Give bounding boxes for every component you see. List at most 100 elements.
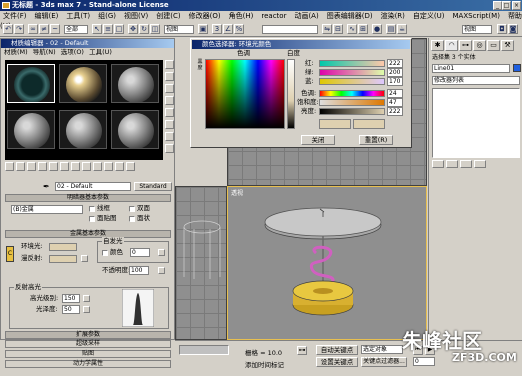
- self-illum-map-button[interactable]: [158, 249, 165, 256]
- blue-field[interactable]: 170: [387, 77, 403, 86]
- wire-checkbox[interactable]: [89, 206, 95, 212]
- self-illum-value-field[interactable]: 0: [130, 248, 150, 257]
- snap-icon[interactable]: 3: [212, 24, 222, 34]
- render-type-dropdown[interactable]: 视图: [462, 25, 492, 34]
- ambient-color-swatch[interactable]: [49, 243, 77, 251]
- rollout-extended[interactable]: 扩展参数: [5, 331, 171, 339]
- rotate-icon[interactable]: ↻: [139, 24, 149, 34]
- redo-icon[interactable]: ↷: [14, 24, 24, 34]
- red-field[interactable]: 222: [387, 59, 403, 68]
- create-tab-icon[interactable]: ✱: [431, 40, 444, 51]
- menu-modifiers[interactable]: 修改器(O): [189, 12, 221, 20]
- make-unique-icon[interactable]: [460, 160, 472, 168]
- viewport-bottom-left[interactable]: [175, 186, 227, 340]
- go-forward-sibling-icon[interactable]: [126, 162, 135, 171]
- close-color-button[interactable]: 关闭: [301, 135, 335, 145]
- render-last-icon[interactable]: ◘: [497, 24, 507, 34]
- modifier-stack[interactable]: [432, 88, 520, 158]
- object-name-field[interactable]: Line01: [432, 64, 510, 73]
- percent-snap-icon[interactable]: %: [234, 24, 244, 34]
- green-slider[interactable]: [319, 69, 385, 76]
- put-to-library-icon[interactable]: [71, 162, 80, 171]
- key-filters-button[interactable]: 关键点过滤器...: [361, 357, 407, 367]
- saturation-field[interactable]: 47: [387, 98, 403, 107]
- time-slider[interactable]: [179, 345, 229, 355]
- set-key-button[interactable]: 设置关键点: [316, 357, 358, 367]
- menu-animation[interactable]: 动画(A): [294, 12, 318, 20]
- menu-edit[interactable]: 编辑(E): [35, 12, 59, 20]
- unlink-icon[interactable]: ≠: [39, 24, 49, 34]
- diffuse-color-swatch[interactable]: [49, 255, 77, 263]
- menu-graph-editors[interactable]: 图表编辑器(D): [327, 12, 373, 20]
- sample-slot-6[interactable]: [111, 110, 159, 149]
- menu-rendering[interactable]: 渲染(R): [381, 12, 405, 20]
- hue-blackness-picker[interactable]: [205, 59, 285, 129]
- sample-slot-3[interactable]: [111, 64, 159, 103]
- quick-render-icon[interactable]: ☕: [397, 24, 407, 34]
- remove-modifier-icon[interactable]: [474, 160, 486, 168]
- close-button[interactable]: ×: [512, 1, 521, 10]
- move-icon[interactable]: ✥: [128, 24, 138, 34]
- show-end-result-mtl-icon[interactable]: [104, 162, 113, 171]
- curve-editor-icon[interactable]: ∿: [347, 24, 357, 34]
- sample-type-icon[interactable]: [165, 60, 174, 69]
- angle-snap-icon[interactable]: ∠: [223, 24, 233, 34]
- faceted-checkbox[interactable]: [129, 216, 135, 222]
- viewport-perspective[interactable]: 透视: [227, 186, 427, 340]
- material-type-button[interactable]: Standard: [134, 182, 172, 191]
- display-tab-icon[interactable]: ▭: [487, 40, 500, 51]
- auto-key-button[interactable]: 自动关键点: [316, 345, 358, 355]
- schematic-icon[interactable]: ⊞: [358, 24, 368, 34]
- pivot-icon[interactable]: ▣: [198, 24, 208, 34]
- self-illum-color-checkbox[interactable]: [102, 250, 108, 256]
- object-color-swatch[interactable]: [513, 64, 521, 72]
- activeshade-icon[interactable]: ◙: [508, 24, 518, 34]
- menu-maxscript[interactable]: MAXScript(M): [453, 12, 500, 20]
- menu-file[interactable]: 文件(F): [3, 12, 27, 20]
- menu-views[interactable]: 视图(V): [124, 12, 148, 20]
- rollout-metal-basic[interactable]: 金属基本参数: [5, 230, 171, 238]
- backlight-icon[interactable]: [165, 72, 174, 81]
- show-map-icon[interactable]: [93, 162, 102, 171]
- utilities-tab-icon[interactable]: ⚒: [501, 40, 514, 51]
- reference-coord-dropdown[interactable]: 视图: [164, 25, 194, 34]
- sample-slot-4[interactable]: [7, 110, 55, 149]
- hue-field[interactable]: 24: [387, 89, 403, 98]
- scale-icon[interactable]: ◫: [150, 24, 160, 34]
- modify-tab-icon[interactable]: ◠: [445, 40, 458, 51]
- reset-map-icon[interactable]: [38, 162, 47, 171]
- pin-stack-icon[interactable]: [432, 160, 444, 168]
- value-slider[interactable]: [319, 108, 385, 115]
- sample-slot-1[interactable]: [7, 64, 55, 103]
- selection-filter-dropdown[interactable]: 全部: [64, 25, 88, 34]
- rollout-shader-basic[interactable]: 明暗器基本参数: [5, 194, 171, 202]
- hue-slider[interactable]: [319, 90, 385, 97]
- saturation-slider[interactable]: [319, 99, 385, 106]
- opacity-field[interactable]: 100: [129, 266, 149, 275]
- rollout-dynamics[interactable]: 动力学属性: [5, 360, 171, 368]
- undo-icon[interactable]: ↶: [3, 24, 13, 34]
- copy-material-icon[interactable]: [49, 162, 58, 171]
- mirror-icon[interactable]: ⇋: [322, 24, 332, 34]
- hierarchy-tab-icon[interactable]: ⊶: [459, 40, 472, 51]
- spec-level-field[interactable]: 150: [62, 294, 80, 303]
- glossiness-map-button[interactable]: [83, 306, 90, 313]
- render-scene-icon[interactable]: ▤: [386, 24, 396, 34]
- background-icon[interactable]: [165, 84, 174, 93]
- show-end-result-icon[interactable]: [446, 160, 458, 168]
- assign-material-icon[interactable]: [27, 162, 36, 171]
- mtl-menu-material[interactable]: 材质(M): [4, 48, 28, 56]
- menu-customize[interactable]: 自定义(U): [413, 12, 445, 20]
- modifier-list-dropdown[interactable]: 修改器列表: [432, 76, 520, 85]
- lock-ambient-diffuse-icon[interactable]: C: [6, 246, 14, 262]
- motion-tab-icon[interactable]: ◎: [473, 40, 486, 51]
- video-check-icon[interactable]: [165, 108, 174, 117]
- sample-slot-2[interactable]: [59, 64, 107, 103]
- get-material-icon[interactable]: [5, 162, 14, 171]
- blue-slider[interactable]: [319, 78, 385, 85]
- bind-icon[interactable]: ~: [50, 24, 60, 34]
- spec-level-map-button[interactable]: [83, 295, 90, 302]
- put-to-scene-icon[interactable]: [16, 162, 25, 171]
- glossiness-field[interactable]: 50: [62, 305, 80, 314]
- menu-create[interactable]: 创建(C): [156, 12, 180, 20]
